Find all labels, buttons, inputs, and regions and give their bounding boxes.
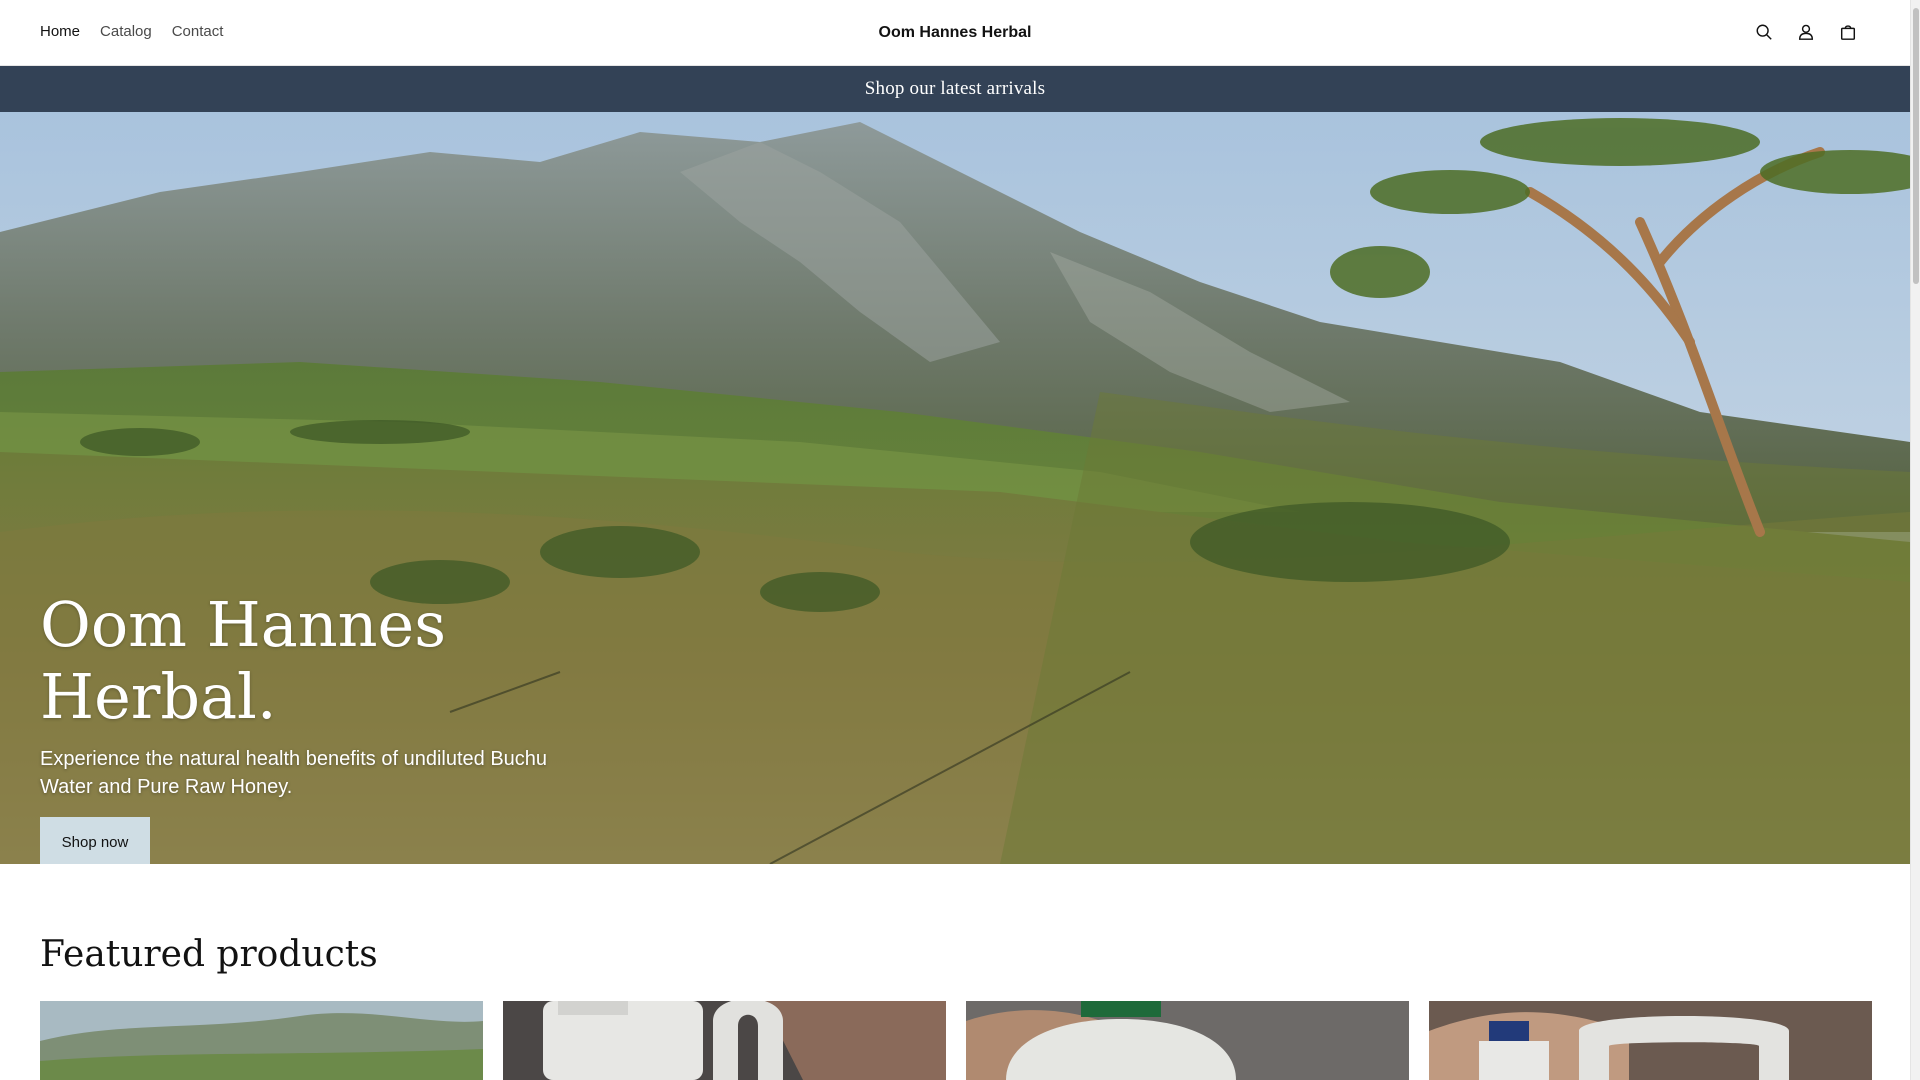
product-card[interactable] bbox=[40, 1001, 483, 1080]
featured-products-title: Featured products bbox=[40, 934, 378, 975]
hero-description: Experience the natural health benefits o… bbox=[40, 748, 548, 798]
white-jug-product-image bbox=[503, 1001, 946, 1080]
brand-logo-text[interactable]: Oom Hannes Herbal bbox=[879, 24, 1032, 41]
blue-cap-jug-product-image bbox=[1429, 1001, 1872, 1080]
announcement-link[interactable]: Shop our latest arrivals bbox=[865, 78, 1046, 100]
featured-products-grid bbox=[40, 1001, 1872, 1080]
site-header: Home Catalog Contact Oom Hannes Herbal bbox=[0, 0, 1910, 66]
product-card[interactable] bbox=[966, 1001, 1409, 1080]
nav-catalog-link[interactable]: Catalog bbox=[100, 22, 152, 42]
scrollbar-thumb[interactable] bbox=[1913, 8, 1919, 284]
announcement-bar: Shop our latest arrivals bbox=[0, 66, 1910, 112]
hero-title: Oom Hannes Herbal. bbox=[40, 588, 447, 733]
brand-wrapper: Oom Hannes Herbal bbox=[0, 22, 1910, 44]
product-card[interactable] bbox=[503, 1001, 946, 1080]
cart-icon[interactable] bbox=[1838, 20, 1858, 44]
main-nav: Home Catalog Contact bbox=[40, 22, 223, 42]
nav-contact-link[interactable]: Contact bbox=[172, 22, 224, 42]
green-cap-bottle-product-image bbox=[966, 1001, 1409, 1080]
hero-content: Oom Hannes Herbal. Experience the natura… bbox=[40, 589, 680, 864]
shop-now-button[interactable]: Shop now bbox=[40, 817, 150, 864]
hero-banner: Oom Hannes Herbal. Experience the natura… bbox=[0, 112, 1910, 864]
header-icons bbox=[1754, 20, 1858, 44]
product-card[interactable] bbox=[1429, 1001, 1872, 1080]
account-icon[interactable] bbox=[1796, 20, 1816, 44]
nav-home-link[interactable]: Home bbox=[40, 22, 80, 42]
search-icon[interactable] bbox=[1754, 20, 1774, 44]
page-scrollbar[interactable] bbox=[1910, 0, 1920, 1080]
landscape-product-image bbox=[40, 1001, 483, 1080]
